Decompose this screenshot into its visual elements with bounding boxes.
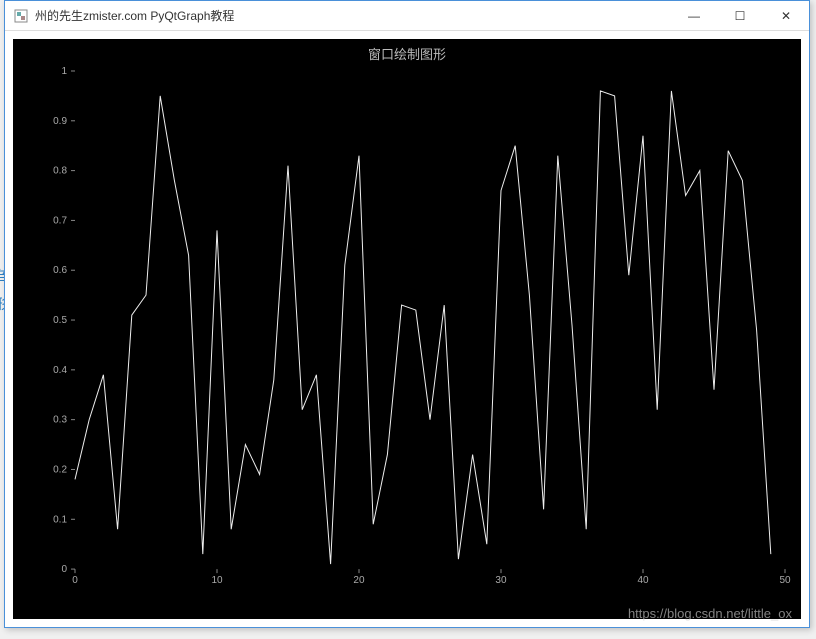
app-window: 州的先生zmister.com PyQtGraph教程 — ☐ ✕ 窗口绘制图形… bbox=[4, 0, 810, 628]
plot-area[interactable]: 00.10.20.30.40.50.60.70.80.9101020304050 bbox=[53, 67, 791, 591]
svg-text:0.8: 0.8 bbox=[53, 166, 67, 177]
svg-text:10: 10 bbox=[211, 575, 223, 586]
svg-text:0.4: 0.4 bbox=[53, 365, 67, 376]
chart-svg: 00.10.20.30.40.50.60.70.80.9101020304050 bbox=[53, 67, 791, 591]
svg-text:0.7: 0.7 bbox=[53, 215, 67, 226]
close-button[interactable]: ✕ bbox=[763, 1, 809, 30]
plot-widget[interactable]: 窗口绘制图形 00.10.20.30.40.50.60.70.80.910102… bbox=[13, 39, 801, 619]
svg-text:0.5: 0.5 bbox=[53, 315, 67, 326]
svg-text:40: 40 bbox=[637, 575, 649, 586]
maximize-button[interactable]: ☐ bbox=[717, 1, 763, 30]
svg-text:50: 50 bbox=[779, 575, 791, 586]
svg-text:20: 20 bbox=[353, 575, 365, 586]
svg-text:0: 0 bbox=[61, 564, 67, 575]
app-icon bbox=[13, 8, 29, 24]
svg-text:0.2: 0.2 bbox=[53, 464, 67, 475]
minimize-button[interactable]: — bbox=[671, 1, 717, 30]
plot-title: 窗口绘制图形 bbox=[13, 44, 801, 63]
window-controls: — ☐ ✕ bbox=[671, 1, 809, 30]
svg-text:0.3: 0.3 bbox=[53, 415, 67, 426]
svg-text:0.6: 0.6 bbox=[53, 265, 67, 276]
svg-text:0.9: 0.9 bbox=[53, 116, 67, 127]
window-title: 州的先生zmister.com PyQtGraph教程 bbox=[35, 7, 671, 24]
svg-text:0.1: 0.1 bbox=[53, 514, 67, 525]
titlebar[interactable]: 州的先生zmister.com PyQtGraph教程 — ☐ ✕ bbox=[5, 1, 809, 31]
svg-text:1: 1 bbox=[61, 67, 67, 77]
svg-text:30: 30 bbox=[495, 575, 507, 586]
svg-text:0: 0 bbox=[72, 575, 78, 586]
